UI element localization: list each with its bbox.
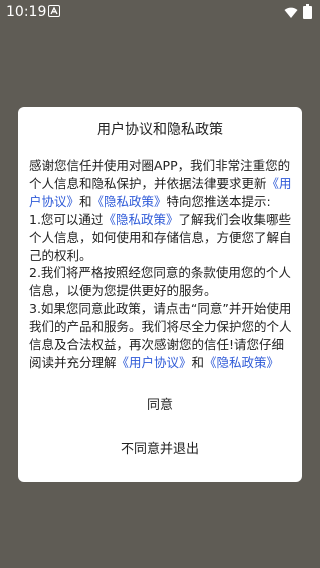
p1-text: 1.您可以通过: [29, 211, 104, 227]
paragraph-intro: 感谢您信任并使用对圈APP，我们非常注重您的个人信息和隐私保护，并依据法律要求更…: [29, 157, 293, 211]
and-text: 和: [191, 354, 205, 370]
and-text: 和: [79, 193, 92, 209]
intro-text: 感谢您信任并使用对圈APP，我们非常注重您的个人信息和隐私保护，并依据法律要求更…: [29, 158, 291, 191]
a-icon: [48, 5, 60, 17]
dialog-title: 用户协议和隐私政策: [97, 122, 223, 138]
dialog-body: 感谢您信任并使用对圈APP，我们非常注重您的个人信息和隐私保护，并依据法律要求更…: [29, 157, 293, 372]
user-agreement-link[interactable]: 《用户协议》: [117, 355, 192, 370]
paragraph-3: 3.如果您同意此政策，请点击“同意”并开始使用我们的产品和服务。我们将尽全力保护…: [29, 300, 293, 372]
paragraph-2: 2.我们将严格按照经您同意的条款使用您的个人信息，以便为您提供更好的服务。: [29, 264, 293, 300]
paragraph-1: 1.您可以通过《隐私政策》了解我们会收集哪些个人信息，如何使用和存储信息，方便您…: [29, 211, 293, 265]
status-time: 10:19: [6, 4, 47, 20]
status-bar: 10:19: [0, 0, 320, 24]
intro-suffix: 特向您推送本提示:: [166, 193, 271, 209]
privacy-policy-link[interactable]: 《隐私政策》: [204, 355, 279, 370]
privacy-policy-link[interactable]: 《隐私政策》: [92, 194, 167, 209]
privacy-policy-link[interactable]: 《隐私政策》: [103, 212, 178, 227]
wifi-icon: [284, 7, 298, 18]
disagree-exit-button[interactable]: 不同意并退出: [18, 439, 302, 461]
battery-icon: [303, 4, 312, 19]
agree-button[interactable]: 同意: [18, 395, 302, 417]
p2-text: 2.我们将严格按照经您同意的条款使用您的个人信息，以便为您提供更好的服务。: [29, 265, 291, 299]
privacy-dialog: 用户协议和隐私政策 感谢您信任并使用对圈APP，我们非常注重您的个人信息和隐私保…: [18, 107, 302, 482]
